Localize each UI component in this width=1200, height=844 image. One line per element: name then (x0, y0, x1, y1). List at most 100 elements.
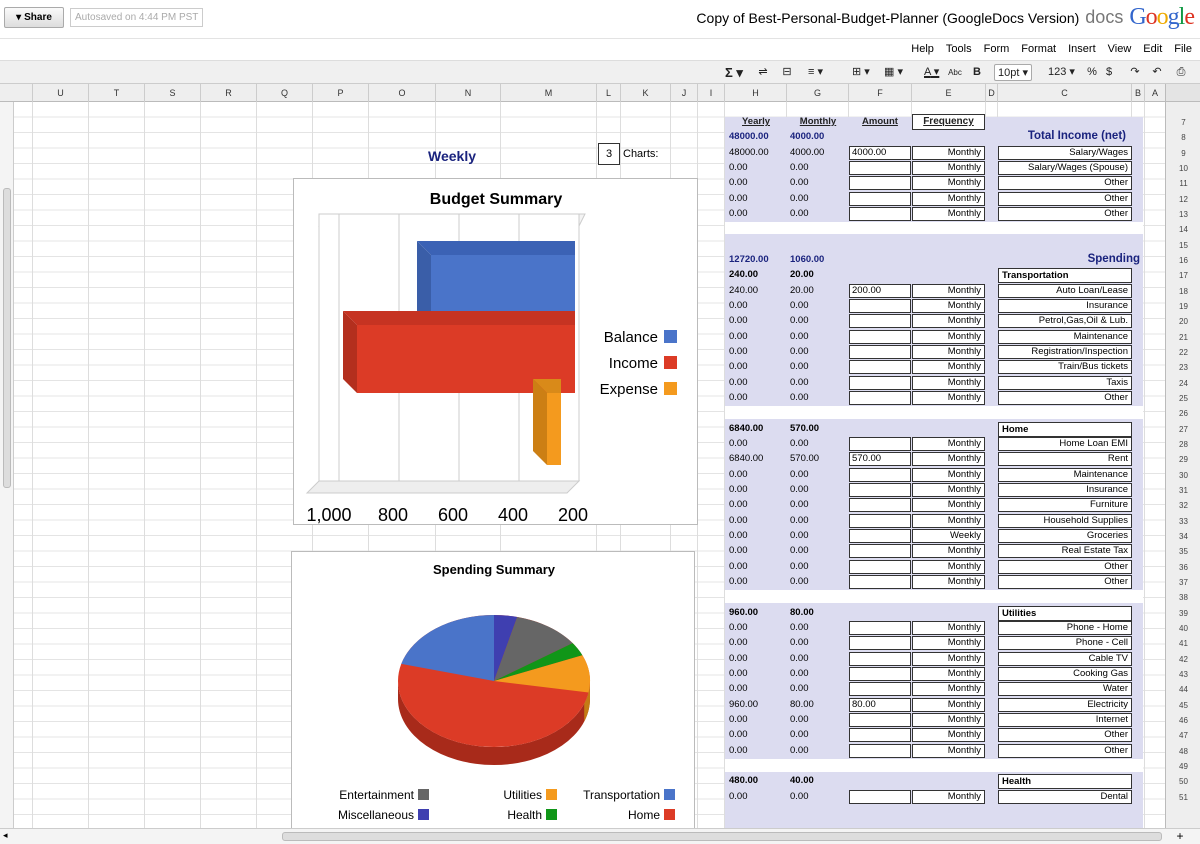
row-header[interactable]: 20 (1166, 314, 1200, 329)
print-icon[interactable]: ⎙ (1174, 64, 1188, 81)
row-header[interactable]: 29 (1166, 452, 1200, 467)
row-header[interactable]: 28 (1166, 437, 1200, 452)
amount-cell[interactable] (849, 314, 911, 329)
borders-icon[interactable]: ⊞ ▾ (852, 64, 870, 81)
row-header[interactable]: 7 (1166, 115, 1200, 130)
row-header[interactable]: 24 (1166, 376, 1200, 391)
amount-cell[interactable] (849, 712, 911, 727)
amount-cell[interactable] (849, 666, 911, 681)
google-logo[interactable]: Google (1129, 4, 1195, 31)
row-header[interactable]: 23 (1166, 360, 1200, 375)
column-header[interactable]: M (500, 84, 596, 102)
row-header[interactable]: 27 (1166, 422, 1200, 437)
horizontal-scrollbar[interactable]: ◂ + (0, 828, 1200, 844)
row-header[interactable]: 43 (1166, 667, 1200, 682)
column-header[interactable]: L (596, 84, 620, 102)
row-header[interactable]: 49 (1166, 759, 1200, 774)
row-header[interactable]: 44 (1166, 682, 1200, 697)
row-header[interactable]: 21 (1166, 330, 1200, 345)
row-header[interactable]: 17 (1166, 268, 1200, 283)
undo-icon[interactable]: ↶ (1150, 64, 1164, 81)
column-header[interactable]: U (32, 84, 88, 102)
amount-cell[interactable] (849, 390, 911, 405)
menu-view[interactable]: View (1108, 43, 1132, 55)
currency-format-button[interactable]: $ (1102, 64, 1116, 81)
row-header[interactable]: 41 (1166, 636, 1200, 651)
row-header[interactable]: 18 (1166, 284, 1200, 299)
row-header[interactable]: 42 (1166, 652, 1200, 667)
amount-cell[interactable] (849, 544, 911, 559)
row-header[interactable]: 26 (1166, 406, 1200, 421)
amount-cell[interactable] (849, 574, 911, 589)
amount-cell[interactable] (849, 789, 911, 804)
column-header[interactable]: G (786, 84, 848, 102)
column-header[interactable]: D (985, 84, 997, 102)
amount-cell[interactable] (849, 436, 911, 451)
font-size-select[interactable]: 10pt ▾ (994, 64, 1032, 81)
scroll-thumb[interactable] (282, 832, 1162, 841)
column-header[interactable]: O (368, 84, 435, 102)
column-header[interactable]: H (724, 84, 786, 102)
document-title[interactable]: Copy of Best-Personal-Budget-Planner (Go… (696, 10, 1079, 26)
row-header[interactable]: 33 (1166, 514, 1200, 529)
amount-cell[interactable] (849, 682, 911, 697)
amount-cell[interactable] (849, 559, 911, 574)
amount-cell[interactable] (849, 206, 911, 221)
text-color-button[interactable]: A ▾ (924, 64, 939, 81)
row-header[interactable]: 30 (1166, 468, 1200, 483)
column-header[interactable]: K (620, 84, 670, 102)
amount-cell[interactable] (849, 360, 911, 375)
amount-cell[interactable] (849, 160, 911, 175)
column-header[interactable]: N (435, 84, 500, 102)
column-header[interactable]: T (88, 84, 144, 102)
row-header[interactable]: 48 (1166, 744, 1200, 759)
row-header[interactable]: 35 (1166, 544, 1200, 559)
row-header[interactable]: 36 (1166, 560, 1200, 575)
column-header[interactable]: S (144, 84, 200, 102)
strikethrough-button[interactable]: Abc (948, 64, 962, 81)
row-header[interactable]: 46 (1166, 713, 1200, 728)
amount-cell[interactable] (849, 498, 911, 513)
amount-cell[interactable] (849, 344, 911, 359)
scroll-thumb[interactable] (3, 188, 11, 488)
row-header[interactable]: 10 (1166, 161, 1200, 176)
column-header[interactable]: C (997, 84, 1131, 102)
amount-cell[interactable] (849, 482, 911, 497)
row-header[interactable]: 45 (1166, 698, 1200, 713)
column-header[interactable]: I (697, 84, 724, 102)
amount-cell[interactable] (849, 298, 911, 313)
row-header[interactable]: 34 (1166, 529, 1200, 544)
percent-format-button[interactable]: % (1085, 64, 1099, 81)
row-header[interactable]: 19 (1166, 299, 1200, 314)
row-header[interactable]: 31 (1166, 483, 1200, 498)
menu-format[interactable]: Format (1021, 43, 1056, 55)
row-header[interactable]: 39 (1166, 606, 1200, 621)
budget-summary-chart[interactable]: Budget Summary 200 400 600 800 1,000 Balance In… (293, 178, 698, 525)
category-header[interactable]: Home (998, 421, 1132, 437)
column-header[interactable]: P (312, 84, 368, 102)
row-header[interactable]: 40 (1166, 621, 1200, 636)
menu-tools[interactable]: Tools (946, 43, 972, 55)
category-header[interactable]: Transportation (998, 268, 1132, 284)
row-header[interactable]: 32 (1166, 498, 1200, 513)
merge-cells-icon[interactable]: ⊟ (780, 64, 794, 81)
spending-summary-chart[interactable]: Spending Summary Transportation Home Utilit… (291, 551, 695, 841)
column-header[interactable]: B (1131, 84, 1144, 102)
row-header[interactable]: 13 (1166, 207, 1200, 222)
amount-cell[interactable] (849, 329, 911, 344)
amount-cell[interactable] (849, 467, 911, 482)
amount-cell[interactable] (849, 636, 911, 651)
column-header[interactable]: E (911, 84, 985, 102)
row-header[interactable]: 9 (1166, 146, 1200, 161)
share-button[interactable]: ▾ Share (4, 7, 64, 28)
charts-count-cell[interactable]: 3 (598, 143, 620, 165)
row-header[interactable]: 38 (1166, 590, 1200, 605)
amount-cell[interactable] (849, 528, 911, 543)
amount-cell[interactable] (849, 513, 911, 528)
row-header[interactable]: 47 (1166, 728, 1200, 743)
column-header[interactable]: F (848, 84, 911, 102)
row-header[interactable]: 11 (1166, 176, 1200, 191)
row-header[interactable]: 22 (1166, 345, 1200, 360)
amount-cell[interactable] (849, 191, 911, 206)
row-header[interactable]: 51 (1166, 790, 1200, 805)
